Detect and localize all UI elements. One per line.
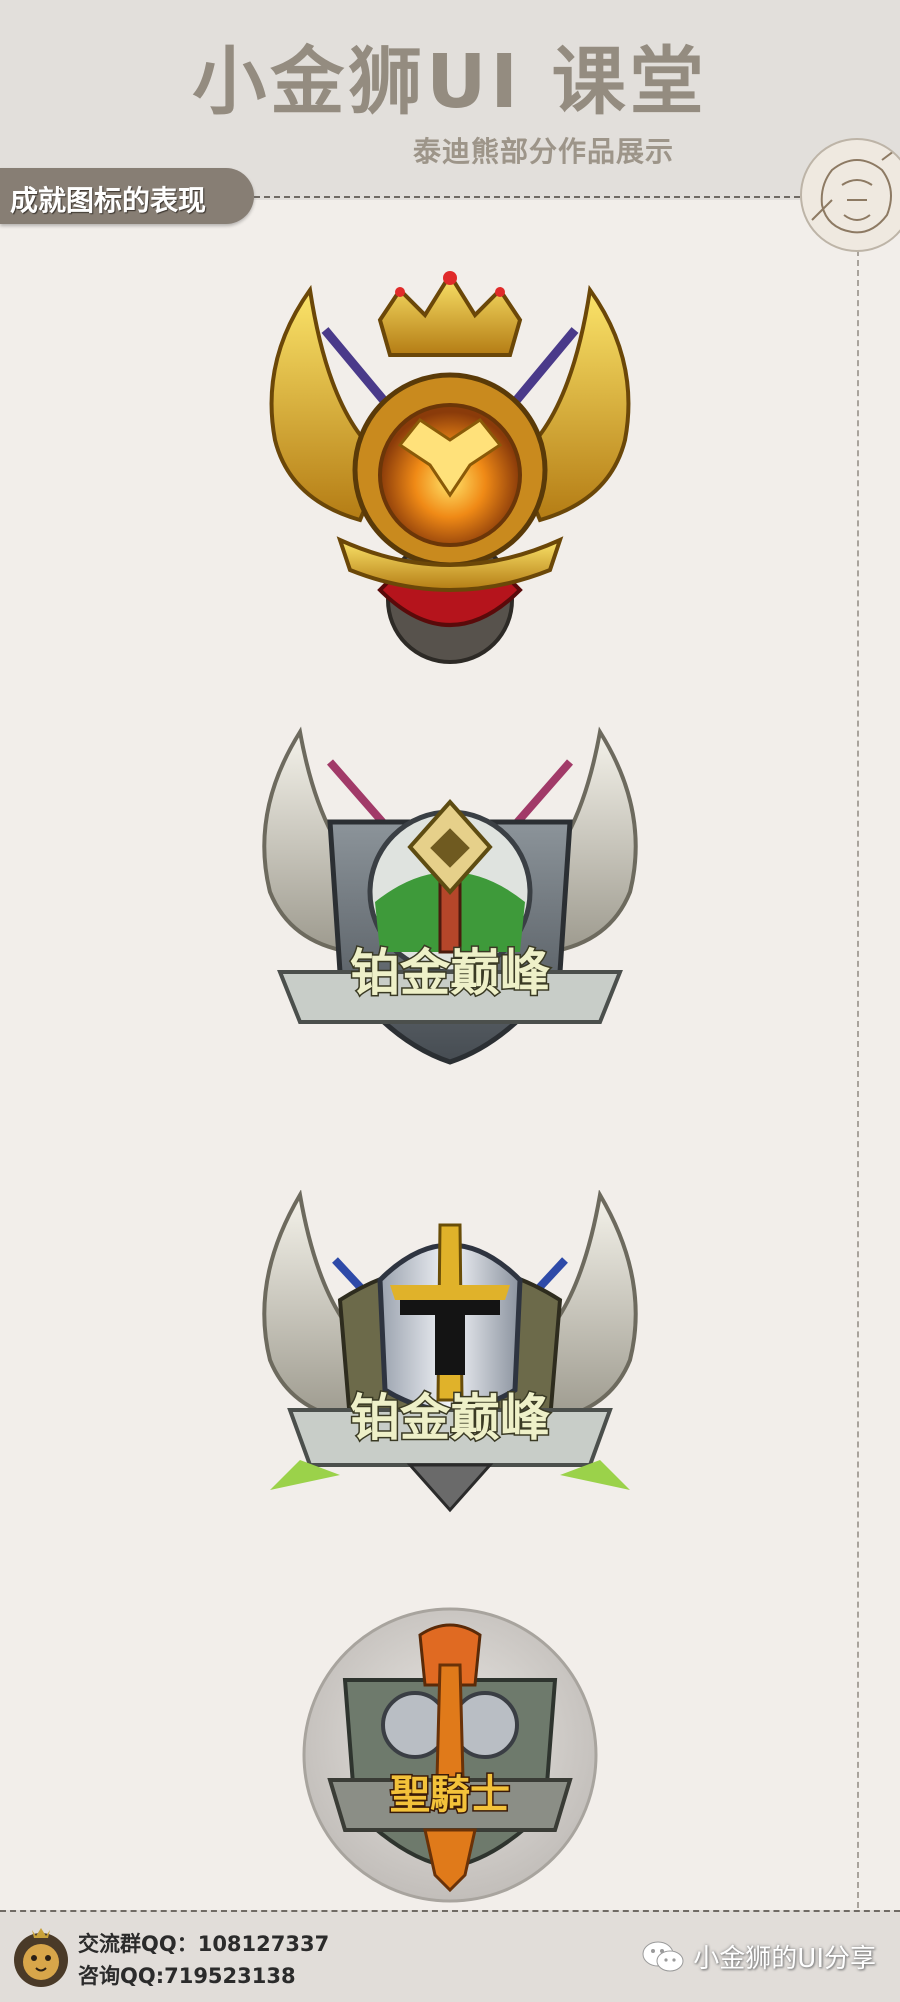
page-title: 小金狮UI 课堂 bbox=[192, 39, 708, 125]
achievement-badge-platinum: 铂金巅峰 bbox=[250, 722, 650, 1082]
paladin-round-icon: 聖騎士 bbox=[302, 1607, 598, 1903]
knight-helmet-icon: 铂金巅峰 bbox=[262, 1190, 638, 1513]
corner-sketch-icon bbox=[800, 138, 900, 252]
badge-knight-label: 铂金巅峰 bbox=[350, 1389, 550, 1447]
achievement-badge-knight: 铂金巅峰 bbox=[250, 1190, 650, 1520]
footer: 交流群QQ：108127337 咨询QQ:719523138 小金狮的UI分享 bbox=[0, 1910, 900, 2002]
gold-crown-wings-icon bbox=[269, 271, 631, 664]
badge-platinum-label: 铂金巅峰 bbox=[350, 944, 550, 1002]
group-qq-text: 交流群QQ：108127337 bbox=[78, 1932, 330, 1956]
page-subtitle: 泰迪熊部分作品展示 bbox=[412, 135, 674, 168]
right-divider bbox=[857, 240, 859, 1908]
achievement-badge-paladin: 聖騎士 bbox=[300, 1605, 600, 1905]
wechat-icon bbox=[642, 1941, 684, 1971]
platinum-shield-icon: 铂金巅峰 bbox=[262, 726, 638, 1065]
section-tab-label: 成就图标的表现 bbox=[10, 184, 207, 217]
badge-paladin-label: 聖騎士 bbox=[390, 1772, 510, 1818]
wechat-account: 小金狮的UI分享 bbox=[641, 1938, 876, 1975]
wechat-account-name: 小金狮的UI分享 bbox=[693, 1944, 876, 1974]
header-divider bbox=[254, 196, 810, 198]
consult-qq-text: 咨询QQ:719523138 bbox=[78, 1964, 296, 1988]
lion-logo-icon bbox=[12, 1924, 70, 1990]
achievement-badge-gold bbox=[250, 270, 650, 670]
section-tab: 成就图标的表现 bbox=[0, 168, 254, 224]
